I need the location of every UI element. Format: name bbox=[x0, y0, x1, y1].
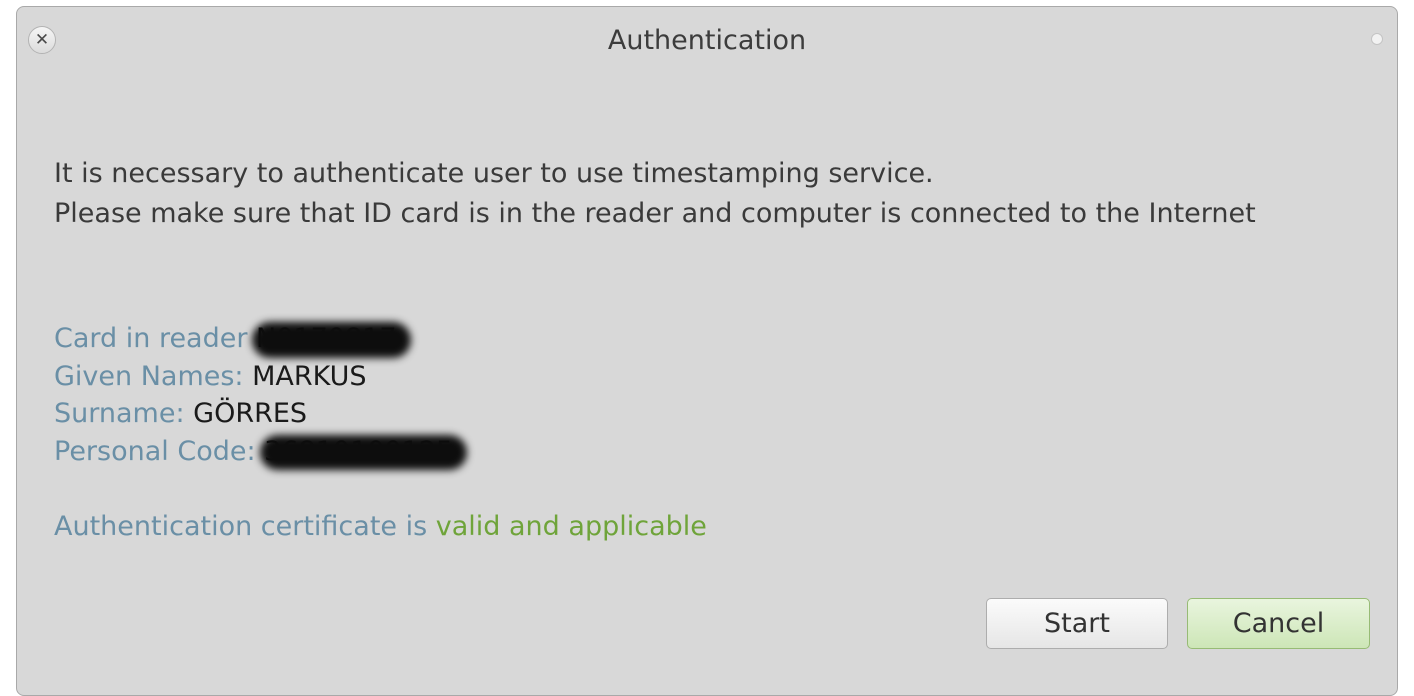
start-button[interactable]: Start bbox=[986, 598, 1168, 649]
certificate-prefix: Authentication certificate is bbox=[54, 511, 436, 542]
personal-code-label: Personal Code: bbox=[54, 435, 265, 467]
authentication-dialog: ✕ Authentication It is necessary to auth… bbox=[16, 6, 1398, 696]
maximize-icon[interactable] bbox=[1371, 33, 1383, 45]
instruction-line-2: Please make sure that ID card is in the … bbox=[54, 198, 1256, 229]
surname-value: GÖRRES bbox=[193, 398, 308, 429]
certificate-status-line: Authentication certificate is valid and … bbox=[54, 507, 707, 547]
surname-label: Surname: bbox=[54, 398, 194, 429]
titlebar: ✕ Authentication bbox=[17, 7, 1397, 77]
instruction-line-1: It is necessary to authenticate user to … bbox=[54, 158, 934, 189]
card-number-value: N0170817 bbox=[256, 320, 396, 358]
given-names-value: MARKUS bbox=[252, 360, 367, 392]
cancel-button[interactable]: Cancel bbox=[1187, 598, 1370, 649]
surname-row: Surname: GÖRRES bbox=[54, 395, 453, 433]
certificate-status: valid and applicable bbox=[435, 511, 707, 542]
instruction-message: It is necessary to authenticate user to … bbox=[54, 154, 1256, 234]
card-in-reader-row: Card in reader N0170817 bbox=[54, 320, 453, 358]
personal-code-value: 36810100125 bbox=[264, 433, 453, 471]
given-names-label: Given Names: bbox=[54, 360, 253, 392]
card-in-reader-label: Card in reader bbox=[54, 323, 257, 354]
personal-code-row: Personal Code: 36810100125 bbox=[54, 433, 453, 471]
window-title: Authentication bbox=[607, 25, 807, 56]
card-info: Card in reader N0170817 Given Names: MAR… bbox=[54, 320, 453, 470]
given-names-row: Given Names: MARKUS bbox=[54, 358, 453, 396]
